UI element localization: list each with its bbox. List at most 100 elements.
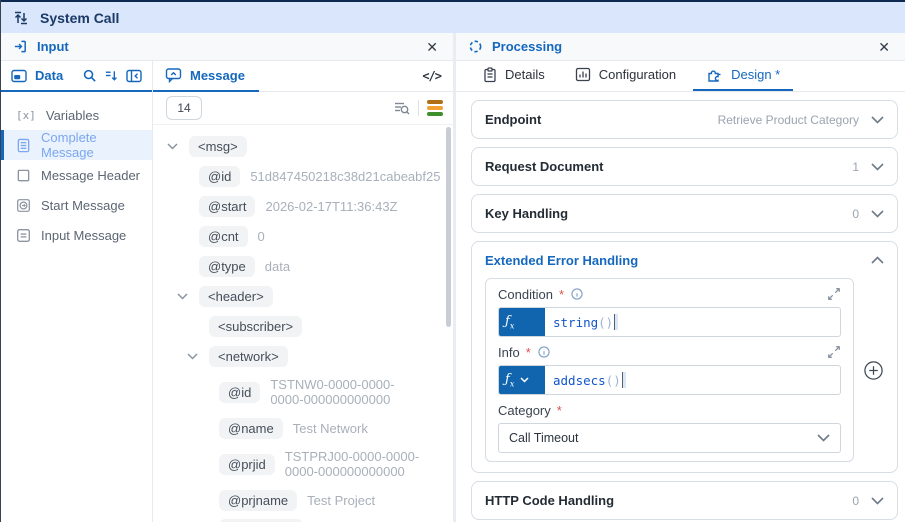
chevron-down-icon[interactable] [167,143,189,150]
attribute-value: 51d847450218c38d21cabeabf25 [250,169,440,184]
transfer-updown-icon [13,10,29,26]
tab-message[interactable]: Message [153,61,259,92]
tag-pill[interactable]: <network> [209,346,288,367]
chevron-down-icon[interactable] [871,163,884,171]
endpoint-section-header[interactable]: Endpoint Retrieve Product Category [472,101,897,138]
chevron-down-icon[interactable] [187,353,209,360]
tree-row[interactable]: <network> [153,341,453,371]
input-panel-title: Input [37,39,69,54]
close-icon[interactable]: ✕ [875,38,893,56]
message-tab-bar: Message </> [153,61,453,92]
key-handling-section-header[interactable]: Key Handling 0 [472,195,897,232]
sidebar-item-list: [x] Variables Complete Message [1,92,152,250]
start-arrow-icon [16,198,31,213]
attribute-pill[interactable]: @cnt [199,226,248,247]
tree-row[interactable]: @prjid TSTPRJ00-0000-0000-0000-0000000000… [153,443,453,485]
data-sidebar: Data [1,61,153,522]
processing-panel-title: Processing [492,39,562,54]
attribute-pill[interactable]: @start [199,196,255,217]
tree-row[interactable]: @id 51d847450218c38d21cabeabf25 [153,161,453,191]
category-label-row: Category * [498,401,841,419]
tab-configuration[interactable]: Configuration [562,60,689,91]
condition-input[interactable]: ƒx string() [498,307,841,337]
tree-row[interactable]: @typedata [153,251,453,281]
search-icon[interactable] [82,68,97,83]
attribute-pill[interactable]: @prjname [219,490,297,511]
function-button[interactable]: ƒx [499,308,545,336]
tree-row[interactable]: <msg> [153,131,453,161]
tree-row[interactable]: @id TSTNW0-0000-0000-0000-000000000000 [153,371,453,413]
chevron-down-icon [520,377,529,383]
extended-error-handling-header[interactable]: Extended Error Handling [472,242,897,278]
chevron-down-icon[interactable] [871,210,884,218]
attribute-value: 2026-02-17T11:36:43Z [265,199,397,214]
tag-pill[interactable]: <header> [199,286,273,307]
design-tab-content: Endpoint Retrieve Product Category Reque… [456,92,905,522]
tab-data-label: Data [35,68,63,83]
sidebar-item-variables[interactable]: [x] Variables [1,100,152,130]
attribute-value: TSTNW0-0000-0000-0000-000000000000 [270,377,394,407]
attribute-pill[interactable]: @id [219,382,260,403]
info-icon[interactable] [570,287,584,301]
info-input[interactable]: ƒx addsecs() [498,365,841,395]
tag-pill[interactable]: <msg> [189,136,247,157]
tree-row[interactable]: @start 2026-02-17T11:36:43Z [153,191,453,221]
error-rule-box: Condition * [485,278,854,462]
fx-icon: ƒx [505,314,514,331]
attribute-pill[interactable]: @id [199,166,240,187]
chevron-down-icon[interactable] [871,497,884,505]
chevron-down-icon[interactable] [871,116,884,124]
tree-row[interactable] [153,515,453,522]
chevron-up-icon[interactable] [871,256,884,264]
http-code-handling-section-header[interactable]: HTTP Code Handling 0 [472,482,897,519]
scrollbar[interactable] [446,127,451,327]
section-title: Extended Error Handling [485,253,638,268]
chevron-down-icon[interactable] [177,293,199,300]
sidebar-item-label: Complete Message [41,130,152,160]
condition-label-row: Condition * [498,285,841,303]
sort-icon[interactable] [104,68,119,83]
tree-row[interactable]: <header> [153,281,453,311]
status-legend-icon[interactable] [427,100,443,116]
expand-editor-icon[interactable] [827,287,841,301]
node-count-badge[interactable]: 14 [166,96,202,120]
sidebar-item-label: Start Message [41,198,125,213]
request-document-section: Request Document 1 [471,147,898,186]
condition-code: string() [545,308,626,336]
category-select[interactable]: Call Timeout [498,423,841,453]
attribute-value: TSTPRJ00-0000-0000-0000-000000000000 [285,449,419,479]
add-rule-button[interactable] [863,360,884,381]
section-count: 1 [852,160,859,174]
sidebar-item-message-header[interactable]: Message Header [1,160,152,190]
tab-data[interactable]: Data [11,68,63,83]
tree-row[interactable]: @nameTest Network [153,413,453,443]
code-view-icon[interactable]: </> [422,69,441,83]
text-caret [622,372,626,388]
tree-row[interactable]: @prjnameTest Project [153,485,453,515]
window-titlebar: System Call [1,0,905,33]
request-document-section-header[interactable]: Request Document 1 [472,148,897,185]
collapse-panel-icon[interactable] [126,69,142,83]
tab-message-label: Message [190,68,245,83]
sidebar-item-input-message[interactable]: Input Message [1,220,152,250]
info-icon[interactable] [537,345,551,359]
attribute-pill[interactable]: @name [219,418,283,439]
section-title: Request Document [485,159,603,174]
attribute-pill[interactable]: @type [199,256,255,277]
sidebar-item-complete-message[interactable]: Complete Message [1,130,152,160]
tab-design[interactable]: Design * [693,60,793,91]
tab-configuration-label: Configuration [599,67,676,82]
filter-search-icon[interactable] [393,100,410,116]
expand-editor-icon[interactable] [827,345,841,359]
function-dropdown-button[interactable]: ƒx [499,366,545,394]
toolbar-separator [418,100,419,116]
tree-row[interactable]: <subscriber> [153,311,453,341]
tab-details[interactable]: Details [470,60,558,91]
close-icon[interactable]: ✕ [423,38,441,56]
processing-panel: Processing ✕ Details [456,33,905,522]
tree-row[interactable]: @cnt0 [153,221,453,251]
sidebar-item-start-message[interactable]: Start Message [1,190,152,220]
tag-pill[interactable]: <subscriber> [209,316,302,337]
attribute-pill[interactable]: @prjid [219,454,275,475]
tab-details-label: Details [505,67,545,82]
